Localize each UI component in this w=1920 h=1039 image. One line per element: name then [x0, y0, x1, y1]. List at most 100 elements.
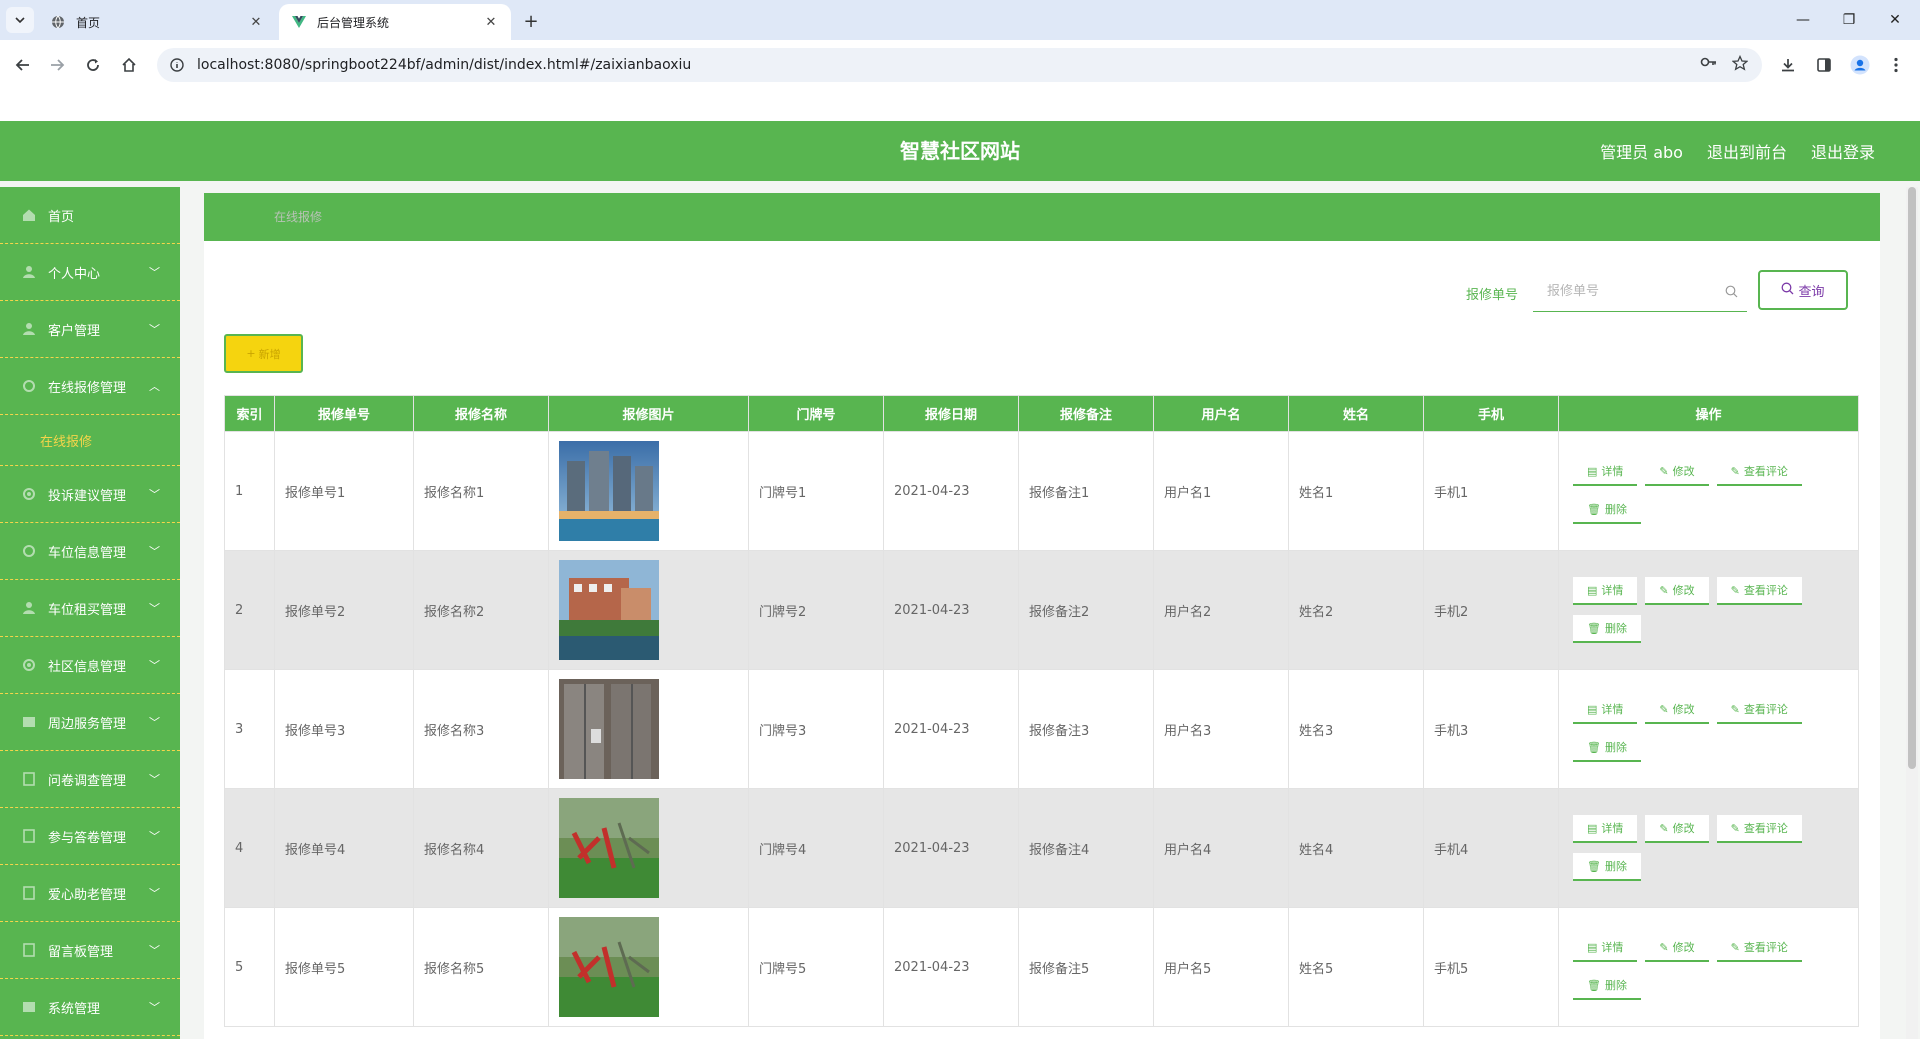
view-comments-button[interactable]: ✎ 查看评论 [1716, 815, 1802, 843]
edit-icon: ✎ [1730, 702, 1740, 716]
column-header: 操作 [1558, 395, 1859, 432]
cell-date: 2021-04-23 [883, 431, 1019, 551]
delete-button[interactable]: 🗑 删除 [1573, 853, 1641, 881]
sidebar-item-parking-rent[interactable]: 车位租买管理 ﹀ [0, 580, 180, 637]
repair-photo-buildings[interactable] [559, 441, 659, 541]
close-icon[interactable]: ✕ [483, 14, 499, 30]
close-icon[interactable]: ✕ [248, 14, 264, 30]
home-icon[interactable] [114, 50, 144, 80]
sidebar-item-message-board[interactable]: 留言板管理 ﹀ [0, 922, 180, 979]
search-input[interactable] [1547, 284, 1723, 299]
address-bar[interactable]: localhost:8080/springboot224bf/admin/dis… [157, 48, 1762, 82]
cell-index: 3 [224, 669, 275, 789]
admin-user-label: 管理员 abo [1600, 143, 1683, 162]
star-icon[interactable] [1731, 54, 1749, 75]
sidebar-item-repair-management[interactable]: 在线报修管理 ︿ [0, 358, 180, 415]
key-icon[interactable] [1700, 55, 1718, 75]
scrollbar-thumb[interactable] [1908, 187, 1916, 769]
delete-button[interactable]: 🗑 删除 [1573, 615, 1641, 643]
repair-photo-elevator[interactable] [559, 679, 659, 779]
delete-button[interactable]: 🗑 删除 [1573, 972, 1641, 1000]
view-comments-button[interactable]: ✎ 查看评论 [1716, 458, 1802, 486]
sidebar-item-home[interactable]: 首页 [0, 187, 180, 244]
edit-button[interactable]: ✎ 修改 [1645, 458, 1709, 486]
delete-button[interactable]: 🗑 删除 [1573, 734, 1641, 762]
download-icon[interactable] [1775, 52, 1801, 78]
detail-button[interactable]: ▤ 详情 [1573, 934, 1638, 962]
delete-button[interactable]: 🗑 删除 [1573, 496, 1641, 524]
logout-link[interactable]: 退出登录 [1811, 139, 1875, 163]
table-row: 5 报修单号5 报修名称5 门牌号5 2021-04-23 报修备注5 用户名5 [224, 907, 1859, 1027]
table-row: 1 报修单号1 报修名称1 门牌号1 2021-04-23 报修备注1 用户名1… [224, 431, 1859, 551]
page-scrollbar[interactable] [1906, 187, 1918, 1039]
edit-button[interactable]: ✎ 修改 [1645, 696, 1709, 724]
cell-realname: 姓名4 [1288, 788, 1424, 908]
reload-icon[interactable] [78, 50, 108, 80]
edit-icon: ✎ [1730, 821, 1740, 835]
detail-button[interactable]: ▤ 详情 [1573, 815, 1638, 843]
window-close-icon[interactable]: ✕ [1872, 0, 1918, 40]
cell-username: 用户名4 [1153, 788, 1289, 908]
sidebar-item-customers[interactable]: 客户管理 ﹀ [0, 301, 180, 358]
minimize-icon[interactable]: — [1780, 0, 1826, 40]
breadcrumb[interactable]: 在线报修 [274, 193, 322, 241]
sidebar-item-parking-info[interactable]: 车位信息管理 ﹀ [0, 523, 180, 580]
site-info-icon[interactable] [169, 57, 185, 73]
cell-actions: ▤ 详情 ✎ 修改 ✎ 查看评论 🗑 删除 [1558, 431, 1859, 551]
sidebar-item-survey[interactable]: 问卷调查管理 ﹀ [0, 751, 180, 808]
sidebar-item-answers[interactable]: 参与答卷管理 ﹀ [0, 808, 180, 865]
repair-photo-villa[interactable] [559, 560, 659, 660]
chevron-down-icon: ﹀ [149, 716, 160, 729]
new-tab-button[interactable]: + [518, 8, 544, 34]
view-comments-button[interactable]: ✎ 查看评论 [1716, 577, 1802, 605]
repair-photo-playground[interactable] [559, 798, 659, 898]
repair-photo-playground[interactable] [559, 917, 659, 1017]
sidebar-item-label: 参与答卷管理 [48, 830, 127, 846]
edit-button[interactable]: ✎ 修改 [1645, 934, 1709, 962]
sidebar-item-elderly-care[interactable]: 爱心助老管理 ﹀ [0, 865, 180, 922]
sidebar-subitem-online-repair[interactable]: 在线报修 [0, 415, 180, 466]
sidebar-item-label: 在线报修管理 [48, 380, 127, 396]
document-icon: ▤ [1587, 940, 1598, 954]
menu-kebab-icon[interactable] [1883, 52, 1909, 78]
detail-button[interactable]: ▤ 详情 [1573, 696, 1638, 724]
sidebar-item-system[interactable]: 系统管理 ﹀ [0, 979, 180, 1036]
detail-button[interactable]: ▤ 详情 [1573, 458, 1638, 486]
cell-actions: ▤ 详情 ✎ 修改 ✎ 查看评论 🗑 删除 [1558, 907, 1859, 1027]
sidebar-item-nearby-services[interactable]: 周边服务管理 ﹀ [0, 694, 180, 751]
cell-repair-image [548, 907, 749, 1027]
search-field [1533, 272, 1747, 312]
column-header: 报修图片 [548, 395, 749, 432]
cell-repair-no: 报修单号3 [274, 669, 414, 789]
restore-icon[interactable]: ❐ [1826, 0, 1872, 40]
cell-repair-name: 报修名称4 [413, 788, 549, 908]
side-panel-icon[interactable] [1811, 52, 1837, 78]
edit-button[interactable]: ✎ 修改 [1645, 815, 1709, 843]
edit-button[interactable]: ✎ 修改 [1645, 577, 1709, 605]
add-button[interactable]: + 新增 [224, 334, 303, 373]
app-header: 智慧社区网站 管理员 abo 退出到前台 退出登录 [0, 121, 1920, 181]
sidebar-item-label: 周边服务管理 [48, 716, 127, 732]
sidebar-item-complaints[interactable]: 投诉建议管理 ﹀ [0, 466, 180, 523]
browser-toolbar: localhost:8080/springboot224bf/admin/dis… [0, 40, 1920, 123]
cell-realname: 姓名1 [1288, 431, 1424, 551]
detail-button[interactable]: ▤ 详情 [1573, 577, 1638, 605]
gear-icon [22, 487, 36, 501]
sidebar-item-label: 系统管理 [48, 1001, 101, 1017]
sidebar-item-personal-center[interactable]: 个人中心 ﹀ [0, 244, 180, 301]
cell-index: 2 [224, 550, 275, 670]
query-button[interactable]: 查询 [1758, 270, 1848, 310]
browser-tab-home[interactable]: 首页 ✕ [38, 4, 276, 40]
browser-tab-admin[interactable]: 后台管理系统 ✕ [279, 4, 511, 40]
back-icon[interactable] [8, 50, 38, 80]
trash-icon: 🗑 [1587, 621, 1601, 635]
chevron-down-icon: ﹀ [149, 266, 160, 279]
profile-avatar-icon[interactable] [1847, 52, 1873, 78]
tab-search-button[interactable] [6, 7, 34, 33]
column-header: 报修单号 [274, 395, 414, 432]
view-comments-button[interactable]: ✎ 查看评论 [1716, 934, 1802, 962]
forward-icon[interactable] [42, 50, 72, 80]
view-comments-button[interactable]: ✎ 查看评论 [1716, 696, 1802, 724]
back-to-front-link[interactable]: 退出到前台 [1707, 139, 1787, 163]
sidebar-item-community-info[interactable]: 社区信息管理 ﹀ [0, 637, 180, 694]
